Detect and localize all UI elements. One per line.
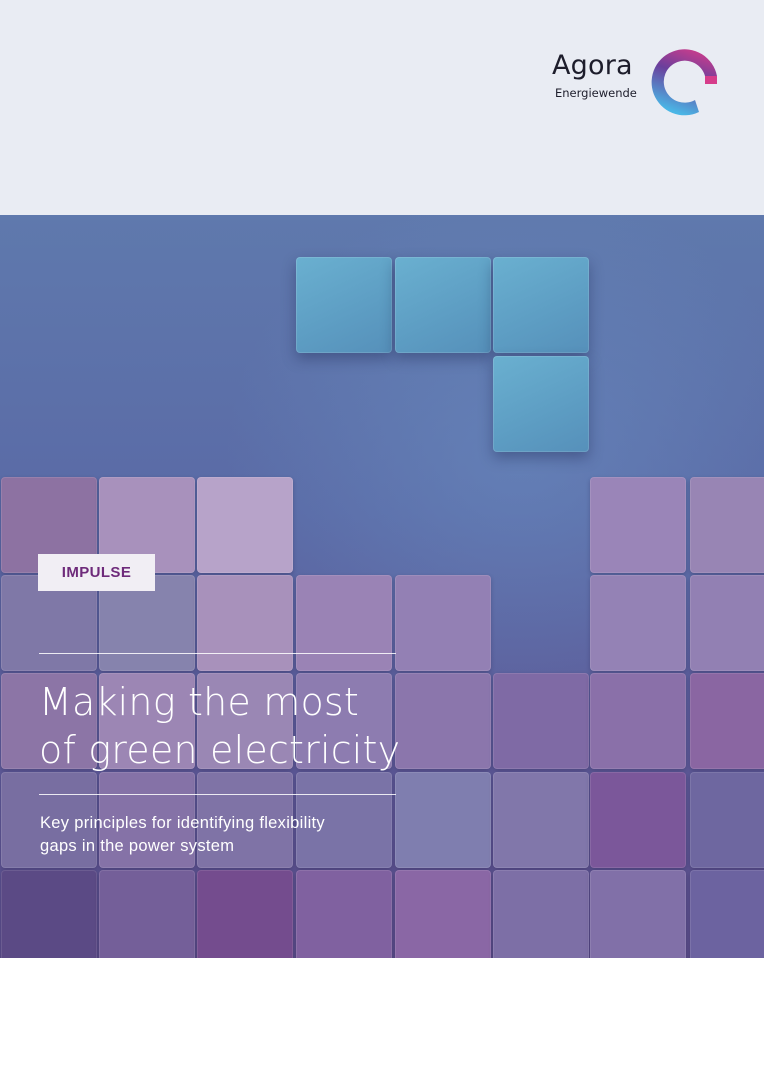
cover-title: Making the most of green electricity [39,678,459,774]
falling-block [493,356,589,452]
stacked-block [197,870,293,958]
stacked-block [690,772,764,868]
stacked-block [296,575,392,671]
stacked-block [1,870,97,958]
title-bottom-rule [39,794,396,795]
stacked-block [395,870,491,958]
logo-wordmark: Agora [552,50,633,81]
cover-header: Agora Energiewende [0,0,764,215]
stacked-block [395,772,491,868]
stacked-block [690,575,764,671]
stacked-block [296,870,392,958]
stacked-block [590,772,686,868]
stacked-block [590,870,686,958]
stacked-block [690,870,764,958]
publication-type-badge: IMPULSE [38,554,155,591]
stacked-block [493,870,589,958]
stacked-block [690,477,764,573]
cover-subtitle-line: gaps in the power system [40,837,235,855]
stacked-block [197,477,293,573]
stacked-block [493,673,589,769]
cover-title-line: Making the most [39,680,360,724]
stacked-block [590,673,686,769]
agora-logo: Agora Energiewende [548,40,728,120]
publication-type-label: IMPULSE [61,564,132,581]
title-top-rule [39,653,396,654]
stacked-block [590,575,686,671]
cover-subtitle: Key principles for identifying flexibili… [40,812,400,858]
stacked-block [395,575,491,671]
falling-block [493,257,589,353]
cover-subtitle-line: Key principles for identifying flexibili… [40,814,325,832]
falling-block [296,257,392,353]
falling-block [395,257,491,353]
stacked-block [197,575,293,671]
logo-subline: Energiewende [555,86,637,100]
stacked-block [590,477,686,573]
stacked-block [690,673,764,769]
stacked-block [99,870,195,958]
stacked-block [493,772,589,868]
agora-logo-icon [651,49,717,116]
cover-title-line: of green electricity [39,728,401,772]
